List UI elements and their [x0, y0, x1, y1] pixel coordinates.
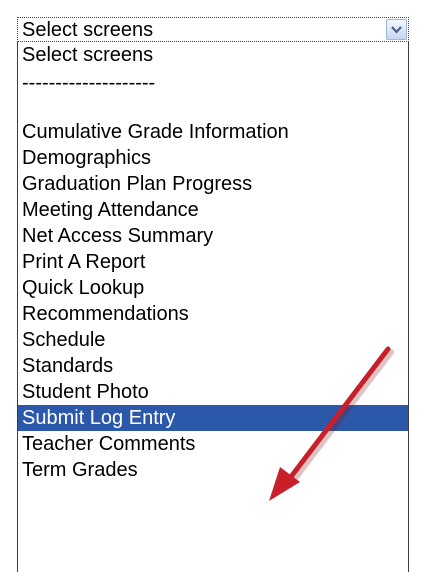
screen-options-list: Select screens -------------------- Cumu…	[17, 42, 409, 572]
dropdown-arrow-button[interactable]	[386, 19, 407, 40]
option-print-a-report[interactable]: Print A Report	[18, 249, 408, 275]
option-student-photo[interactable]: Student Photo	[18, 379, 408, 405]
option-demographics[interactable]: Demographics	[18, 145, 408, 171]
option-cumulative-grade-information[interactable]: Cumulative Grade Information	[18, 119, 408, 145]
chevron-down-icon	[391, 26, 402, 34]
screen-select[interactable]: Select screens	[17, 17, 409, 42]
option-select-screens[interactable]: Select screens	[18, 42, 408, 68]
option-recommendations[interactable]: Recommendations	[18, 301, 408, 327]
option-graduation-plan-progress[interactable]: Graduation Plan Progress	[18, 171, 408, 197]
option-schedule[interactable]: Schedule	[18, 327, 408, 353]
option-teacher-comments[interactable]: Teacher Comments	[18, 431, 408, 457]
select-current-value: Select screens	[22, 19, 154, 41]
option-submit-log-entry[interactable]: Submit Log Entry	[18, 405, 408, 431]
option-quick-lookup[interactable]: Quick Lookup	[18, 275, 408, 301]
option-separator[interactable]: --------------------	[18, 70, 408, 96]
option-term-grades[interactable]: Term Grades	[18, 457, 408, 483]
option-net-access-summary[interactable]: Net Access Summary	[18, 223, 408, 249]
option-standards[interactable]: Standards	[18, 353, 408, 379]
option-meeting-attendance[interactable]: Meeting Attendance	[18, 197, 408, 223]
